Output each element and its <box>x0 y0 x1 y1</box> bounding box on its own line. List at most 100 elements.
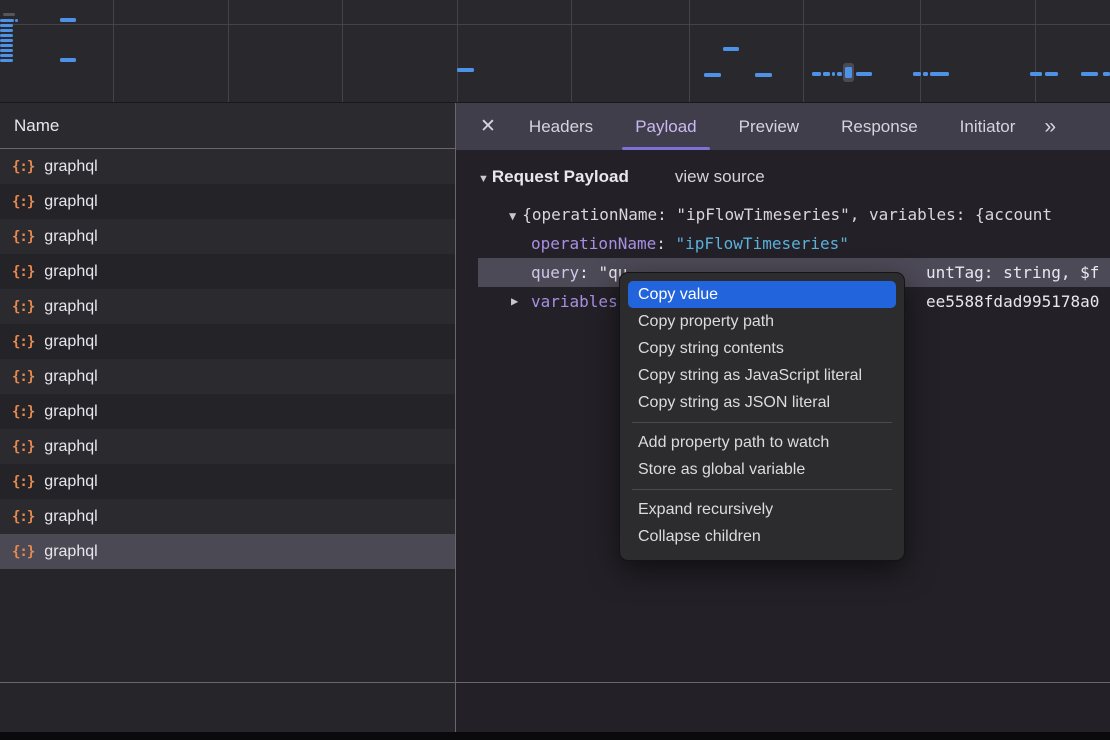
menu-item-copy-property-path[interactable]: Copy property path <box>620 308 904 335</box>
tab-response[interactable]: Response <box>820 103 939 150</box>
waterfall-bar[interactable] <box>704 73 721 77</box>
tree-root-row[interactable]: ▼ {operationName: "ipFlowTimeseries", var… <box>478 200 1110 229</box>
collapse-triangle-icon[interactable]: ▼ <box>478 173 489 185</box>
request-list: {:} graphql {:} graphql {:} graphql {:} graphql… <box>0 149 455 569</box>
waterfall-bar[interactable] <box>923 72 928 76</box>
request-name: graphql <box>44 543 97 561</box>
waterfall-bar[interactable] <box>856 72 872 76</box>
waterfall-bar[interactable] <box>0 34 13 37</box>
tab-headers[interactable]: Headers <box>508 103 614 150</box>
name-column-label: Name <box>14 116 59 136</box>
waterfall-bar[interactable] <box>0 39 13 42</box>
waterfall-bar[interactable] <box>1103 72 1110 76</box>
waterfall-bar[interactable] <box>837 72 842 76</box>
waterfall-bar[interactable] <box>0 29 13 32</box>
menu-separator <box>632 489 892 490</box>
tree-token: "ipFlowTimeseries" <box>676 234 849 253</box>
waterfall-bar[interactable] <box>913 72 921 76</box>
tree-row[interactable]: operationName: "ipFlowTimeseries" <box>478 229 1110 258</box>
footer-separator <box>0 682 1110 683</box>
tree-token: : <box>579 263 598 282</box>
expand-triangle-icon[interactable]: ▶ <box>511 287 518 316</box>
waterfall-gridline <box>342 0 343 102</box>
tree-token: operationName <box>531 234 656 253</box>
waterfall-bar[interactable] <box>0 44 13 47</box>
section-title: Request Payload <box>492 167 629 187</box>
json-braces-icon: {:} <box>12 544 34 560</box>
detail-tab-bar: ✕ HeadersPayloadPreviewResponseInitiator… <box>456 103 1110 150</box>
waterfall-bar[interactable] <box>60 58 76 62</box>
menu-item-copy-value[interactable]: Copy value <box>628 281 896 308</box>
request-name: graphql <box>44 438 97 456</box>
request-name: graphql <box>44 473 97 491</box>
waterfall-bar[interactable] <box>0 59 13 62</box>
json-braces-icon: {:} <box>12 439 34 455</box>
waterfall-bar[interactable] <box>812 72 821 76</box>
name-column-header[interactable]: Name <box>0 103 455 149</box>
waterfall-bar[interactable] <box>0 19 14 22</box>
waterfall-bar[interactable] <box>1030 72 1042 76</box>
waterfall-gridline <box>113 0 114 102</box>
tab-initiator[interactable]: Initiator <box>939 103 1037 150</box>
waterfall-bar[interactable] <box>60 18 76 22</box>
request-row[interactable]: {:}graphql <box>0 149 455 184</box>
waterfall-bar[interactable] <box>0 54 13 57</box>
request-row[interactable]: {:}graphql <box>0 394 455 429</box>
tree-token: : <box>656 234 675 253</box>
waterfall-bar[interactable] <box>823 72 830 76</box>
json-braces-icon: {:} <box>12 264 34 280</box>
waterfall-gridline <box>1035 0 1036 102</box>
waterfall-bar[interactable] <box>0 24 13 27</box>
tab-preview[interactable]: Preview <box>718 103 820 150</box>
more-tabs-chevron-icon[interactable]: » <box>1044 115 1054 139</box>
json-braces-icon: {:} <box>12 159 34 175</box>
detail-tabs: HeadersPayloadPreviewResponseInitiator <box>508 103 1036 150</box>
request-name: graphql <box>44 263 97 281</box>
waterfall-bar[interactable] <box>832 72 835 76</box>
request-row[interactable]: {:}graphql <box>0 219 455 254</box>
waterfall-bar[interactable] <box>755 73 772 77</box>
request-name: graphql <box>44 333 97 351</box>
close-icon[interactable]: ✕ <box>468 115 508 138</box>
request-name: graphql <box>44 403 97 421</box>
request-row[interactable]: {:} graphql <box>0 534 455 569</box>
waterfall-bar[interactable] <box>457 68 474 72</box>
request-name: graphql <box>44 298 97 316</box>
menu-item-collapse-children[interactable]: Collapse children <box>620 523 904 550</box>
waterfall-bar[interactable] <box>15 19 18 22</box>
request-row[interactable]: {:}graphql <box>0 184 455 219</box>
tree-token: {operationName: "ipFlowTimeseries", vari… <box>522 205 1052 224</box>
waterfall-bar[interactable] <box>1081 72 1098 76</box>
waterfall-bar[interactable] <box>3 13 15 16</box>
menu-item-copy-string-contents[interactable]: Copy string contents <box>620 335 904 362</box>
request-row[interactable]: {:}graphql <box>0 499 455 534</box>
request-payload-header: ▼ Request Payload view source <box>478 167 1110 187</box>
menu-item-add-property-path-to-watch[interactable]: Add property path to watch <box>620 429 904 456</box>
waterfall-row-divider <box>0 24 1110 25</box>
waterfall-bar[interactable] <box>0 49 13 52</box>
waterfall-gridline <box>689 0 690 102</box>
request-row[interactable]: {:}graphql <box>0 289 455 324</box>
tree-token: variables <box>531 292 618 311</box>
waterfall-bar[interactable] <box>845 67 852 78</box>
request-row[interactable]: {:}graphql <box>0 324 455 359</box>
json-braces-icon: {:} <box>12 474 34 490</box>
menu-item-copy-string-as-javascript-literal[interactable]: Copy string as JavaScript literal <box>620 362 904 389</box>
view-source-link[interactable]: view source <box>675 167 765 187</box>
waterfall-bar[interactable] <box>723 47 739 51</box>
waterfall-gridline <box>457 0 458 102</box>
waterfall-overview[interactable] <box>0 0 1110 103</box>
tab-payload[interactable]: Payload <box>614 103 717 150</box>
waterfall-bar[interactable] <box>1045 72 1058 76</box>
request-row[interactable]: {:} graphql <box>0 429 455 464</box>
menu-item-expand-recursively[interactable]: Expand recursively <box>620 496 904 523</box>
request-row[interactable]: {:} graphql <box>0 254 455 289</box>
request-row[interactable]: {:} graphql <box>0 464 455 499</box>
json-braces-icon: {:} <box>12 194 34 210</box>
tree-right-fragment: ee5588fdad995178a0 <box>926 287 1099 316</box>
menu-item-store-as-global-variable[interactable]: Store as global variable <box>620 456 904 483</box>
expand-triangle-icon[interactable]: ▼ <box>509 209 516 223</box>
request-row[interactable]: {:}graphql <box>0 359 455 394</box>
menu-item-copy-string-as-json-literal[interactable]: Copy string as JSON literal <box>620 389 904 416</box>
waterfall-bar[interactable] <box>930 72 949 76</box>
